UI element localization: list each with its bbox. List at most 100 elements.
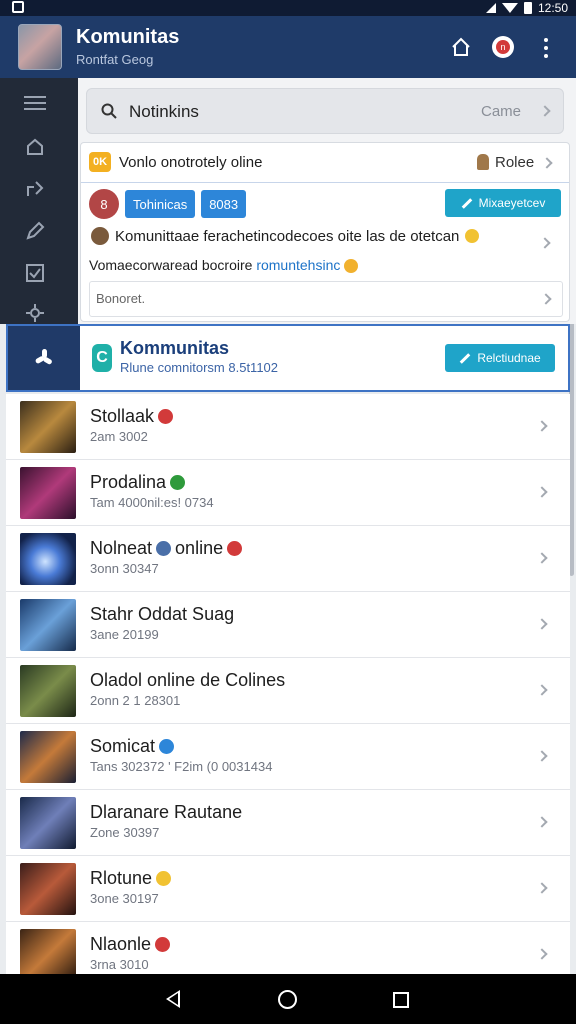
item-subtitle: 3rna 3010: [90, 957, 149, 972]
message-button[interactable]: Mixaeyetcev: [445, 189, 561, 217]
post-body-line: Komunittaae ferachetincodecoes oite las …: [91, 227, 480, 245]
chevron-right-icon: [539, 105, 551, 117]
share-icon[interactable]: [24, 178, 46, 200]
item-thumbnail: [20, 467, 76, 519]
search-input[interactable]: Notinkins: [129, 102, 199, 122]
item-thumbnail: [20, 533, 76, 585]
highlight-action-label: Relctiudnae: [477, 351, 541, 365]
chevron-right-icon: [539, 237, 551, 249]
status-bar: 12:50: [0, 0, 576, 16]
list-item[interactable]: Nlaonle 3rna 3010: [6, 922, 570, 974]
edit-icon[interactable]: [24, 220, 46, 242]
app-header: Komunitas Rontfat Geog n: [0, 16, 576, 78]
emoji-icon: [344, 259, 359, 274]
recents-icon[interactable]: [393, 992, 409, 1008]
avatar[interactable]: 8: [89, 189, 119, 219]
item-name: Nlaonle: [90, 934, 152, 954]
item-thumbnail: [20, 599, 76, 651]
chip-tag[interactable]: 8083: [201, 190, 247, 218]
chip-tag[interactable]: Tohinicas: [125, 190, 196, 218]
highlight-title: Kommunitas: [120, 338, 230, 358]
battery-icon: [523, 2, 532, 14]
status-badge: 0K: [89, 152, 111, 172]
item-name-line: Nlaonle: [90, 934, 171, 955]
community-list: Stollaak 2am 3002 Prodalina Tam 4000nil:es!…: [6, 394, 570, 974]
list-item[interactable]: Dlaranare Rautane Zone 30397: [6, 790, 570, 856]
item-thumbnail: [20, 863, 76, 915]
status-badge-icon: [170, 475, 186, 490]
home-button-icon[interactable]: [278, 990, 297, 1009]
chevron-right-icon: [536, 486, 548, 498]
item-subtitle: Tans 302372 ' F2im (0 0031434: [90, 759, 273, 774]
chevron-right-icon: [536, 948, 548, 960]
highlight-icon-block: [8, 326, 80, 390]
search-bar[interactable]: Notinkins Came: [86, 88, 564, 134]
chevron-right-icon: [540, 293, 552, 305]
menu-icon[interactable]: [24, 92, 46, 114]
chevron-right-icon: [536, 882, 548, 894]
post-header-row[interactable]: 0K Vonlo onotrotely oline Rolee: [81, 143, 569, 183]
checkbox-icon[interactable]: [24, 262, 46, 284]
list-item[interactable]: Oladol online de Colines 2onn 2 1 28301: [6, 658, 570, 724]
item-thumbnail: [20, 797, 76, 849]
list-item[interactable]: Somicat Tans 302372 ' F2im (0 0031434: [6, 724, 570, 790]
notification-badge-icon[interactable]: n: [492, 36, 514, 58]
community-avatar[interactable]: [18, 24, 62, 70]
list-item[interactable]: Rlotune 3one 30197: [6, 856, 570, 922]
pencil-icon: [460, 352, 471, 364]
item-name: Oladol online de Colines: [90, 670, 286, 690]
item-name: Nolneat: [90, 538, 153, 558]
chevron-right-icon: [536, 750, 548, 762]
chevron-right-icon: [536, 816, 548, 828]
fan-icon: [34, 349, 53, 367]
list-item[interactable]: Nolneat online 3onn 30347: [6, 526, 570, 592]
post-meta-text: Vomaecorwaread bocroire: [89, 257, 253, 273]
home-outline-icon[interactable]: [24, 136, 46, 158]
status-badge-icon: [155, 937, 171, 952]
list-item[interactable]: Prodalina Tam 4000nil:es! 0734: [6, 460, 570, 526]
post-status-text: Vonlo onotrotely oline: [119, 154, 263, 171]
settings-icon[interactable]: [24, 302, 46, 324]
item-name-line: Stollaak: [90, 406, 174, 427]
community-link[interactable]: romuntehsinc: [256, 257, 340, 273]
comment-field[interactable]: Bonoret.: [89, 281, 563, 317]
search-right-label[interactable]: Came: [481, 103, 521, 120]
item-thumbnail: [20, 731, 76, 783]
wifi-icon: [501, 3, 518, 13]
list-item[interactable]: Stahr Oddat Suag 3ane 20199: [6, 592, 570, 658]
user-avatar-icon: [91, 227, 109, 245]
item-name: Somicat: [90, 736, 156, 756]
item-extra: online: [175, 538, 224, 558]
item-name-line: Dlaranare Rautane: [90, 802, 242, 823]
more-options-icon[interactable]: [536, 36, 556, 60]
item-subtitle: 3one 30197: [90, 891, 159, 906]
item-name-line: Oladol online de Colines: [90, 670, 285, 691]
message-button-label: Mixaeyetcev: [478, 196, 546, 210]
page-title: Komunitas: [76, 26, 180, 48]
item-thumbnail: [20, 401, 76, 453]
person-icon: [477, 154, 489, 170]
status-time: 12:50: [537, 1, 568, 15]
chevron-right-icon: [541, 157, 553, 169]
item-thumbnail: [20, 665, 76, 717]
notification-icon: [12, 1, 24, 13]
back-icon[interactable]: [166, 990, 180, 1008]
comment-placeholder: Bonoret.: [96, 291, 146, 306]
home-icon[interactable]: [450, 36, 472, 58]
item-name: Rlotune: [90, 868, 153, 888]
chevron-right-icon: [536, 618, 548, 630]
item-name-line: Rlotune: [90, 868, 172, 889]
item-name: Stahr Oddat Suag: [90, 604, 235, 624]
item-thumbnail: [20, 929, 76, 974]
post-card: 0K Vonlo onotrotely oline Rolee 8 Tohini…: [80, 142, 570, 322]
side-rail: [0, 78, 78, 324]
item-subtitle: 2onn 2 1 28301: [90, 693, 181, 708]
item-name-line: Nolneat online: [90, 538, 243, 559]
item-subtitle: Tam 4000nil:es! 0734: [90, 495, 214, 510]
chip-row: 8 Tohinicas 8083: [89, 189, 247, 219]
post-body-text: Komunittaae ferachetincodecoes oite las …: [115, 227, 460, 245]
list-item[interactable]: Stollaak 2am 3002: [6, 394, 570, 460]
system-nav-bar: [0, 974, 576, 1024]
community-highlight-row[interactable]: C Kommunitas Rlune comnitorsm 8.5t1102 R…: [6, 324, 570, 392]
highlight-action-button[interactable]: Relctiudnae: [445, 344, 555, 372]
